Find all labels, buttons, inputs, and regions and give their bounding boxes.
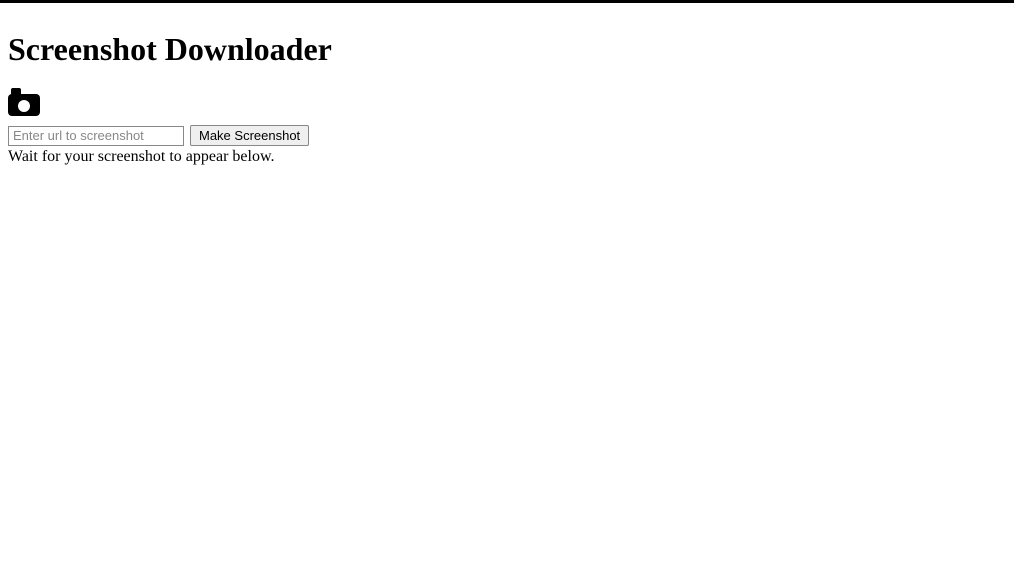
url-input[interactable] <box>8 126 184 146</box>
screenshot-form: Make Screenshot <box>8 125 1006 146</box>
camera-icon <box>8 88 1006 121</box>
page-title: Screenshot Downloader <box>8 31 1006 68</box>
status-message: Wait for your screenshot to appear below… <box>8 148 1006 166</box>
make-screenshot-button[interactable]: Make Screenshot <box>190 125 309 146</box>
main-content: Screenshot Downloader Make Screenshot Wa… <box>0 3 1014 174</box>
